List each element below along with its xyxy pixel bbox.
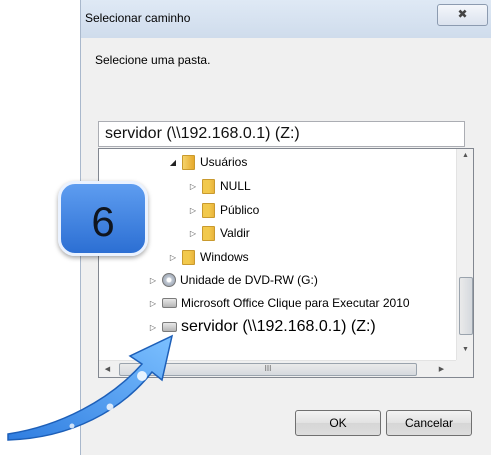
collapsed-arrow-icon[interactable]: ▷ bbox=[187, 229, 199, 238]
tree-item-valdir[interactable]: ▷ Valdir bbox=[187, 222, 250, 244]
collapsed-arrow-icon[interactable]: ▷ bbox=[167, 253, 179, 262]
expanded-arrow-icon[interactable]: ◢ bbox=[167, 158, 179, 167]
close-button[interactable]: ✖ bbox=[437, 4, 488, 26]
ok-button[interactable]: OK bbox=[295, 410, 381, 436]
scroll-down-icon[interactable]: ▼ bbox=[457, 346, 473, 353]
vertical-scroll-thumb[interactable] bbox=[459, 277, 473, 335]
title-bar: Selecionar caminho ✖ bbox=[81, 0, 491, 38]
path-field[interactable]: servidor (\\192.168.0.1) (Z:) bbox=[98, 121, 465, 147]
tree-item-label: Windows bbox=[200, 250, 249, 264]
scrollbar-corner bbox=[456, 360, 473, 377]
grip-icon: III bbox=[264, 364, 272, 373]
tree-item-label: Usuários bbox=[200, 155, 248, 169]
folder-icon bbox=[202, 202, 215, 218]
collapsed-arrow-icon[interactable]: ▷ bbox=[147, 276, 159, 285]
pointer-arrow-icon bbox=[7, 334, 174, 441]
collapsed-arrow-icon[interactable]: ▷ bbox=[187, 182, 199, 191]
tree-item-publico[interactable]: ▷ Público bbox=[187, 199, 259, 221]
folder-icon bbox=[202, 178, 215, 194]
tree-item-label: Unidade de DVD-RW (G:) bbox=[180, 273, 318, 287]
tree-item-windows[interactable]: ▷ Windows bbox=[167, 246, 249, 268]
tree-item-null[interactable]: ▷ NULL bbox=[187, 175, 251, 197]
scroll-up-icon[interactable]: ▲ bbox=[457, 152, 473, 159]
dvd-drive-icon bbox=[162, 273, 176, 287]
tree-item-usuarios[interactable]: ◢ Usuários bbox=[167, 151, 247, 173]
folder-icon bbox=[182, 249, 195, 265]
tree-item-label: servidor (\\192.168.0.1) (Z:) bbox=[181, 318, 376, 335]
tree-item-label: Microsoft Office Clique para Executar 20… bbox=[181, 296, 410, 310]
close-icon: ✖ bbox=[457, 7, 468, 21]
scroll-right-icon[interactable]: ▶ bbox=[433, 365, 450, 373]
tree-item-label: Público bbox=[220, 203, 260, 217]
dialog-title: Selecionar caminho bbox=[85, 11, 191, 25]
step-number-badge: 6 bbox=[58, 181, 148, 256]
dialog-prompt: Selecione uma pasta. bbox=[95, 53, 211, 67]
tree-item-label: Valdir bbox=[220, 226, 250, 240]
cancel-button[interactable]: Cancelar bbox=[386, 410, 472, 436]
tree-item-label: NULL bbox=[220, 179, 251, 193]
user-folder-icon bbox=[182, 154, 195, 170]
tree-item-dvd-drive[interactable]: ▷ Unidade de DVD-RW (G:) bbox=[147, 269, 318, 291]
collapsed-arrow-icon[interactable]: ▷ bbox=[187, 206, 199, 215]
vertical-scrollbar[interactable]: ▲ ▼ bbox=[456, 149, 473, 361]
folder-icon bbox=[202, 225, 215, 241]
